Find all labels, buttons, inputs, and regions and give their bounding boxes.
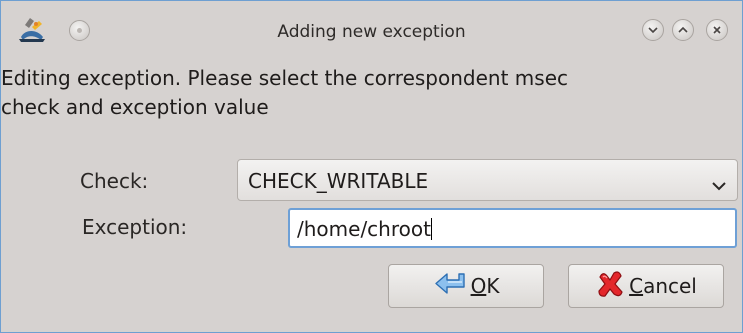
cancel-mnemonic: C [629,274,644,298]
chevron-down-icon[interactable] [711,174,727,191]
message-line-2: check and exception value [1,95,269,119]
chevron-up-icon[interactable] [672,19,694,41]
exception-input[interactable]: /home/chroot [288,208,737,248]
exception-input-value: /home/chroot [297,217,431,241]
cancel-x-icon [595,269,625,304]
close-icon[interactable] [706,19,728,41]
ok-button[interactable]: OK [388,264,544,308]
ok-label-rest: K [486,274,500,298]
check-label: Check: [80,169,149,193]
text-caret [430,218,432,240]
msec-app-icon[interactable] [15,15,49,43]
chevron-down-icon[interactable] [642,19,664,41]
instruction-message: Editing exception. Please select the cor… [1,64,742,122]
check-combobox[interactable]: CHECK_WRITABLE [237,159,738,201]
pin-icon[interactable] [69,20,90,41]
check-combobox-value: CHECK_WRITABLE [248,169,429,193]
dialog-window: Adding new exception Editing exception. … [0,0,743,333]
message-line-1: Editing exception. Please select the cor… [1,66,568,90]
ok-mnemonic: O [470,274,487,298]
ok-arrow-icon [433,270,467,303]
cancel-label-rest: ancel [643,274,697,298]
exception-label: Exception: [82,215,188,239]
window-title: Adding new exception [277,22,466,42]
title-bar[interactable]: Adding new exception [1,1,742,55]
cancel-button[interactable]: Cancel [568,264,724,308]
